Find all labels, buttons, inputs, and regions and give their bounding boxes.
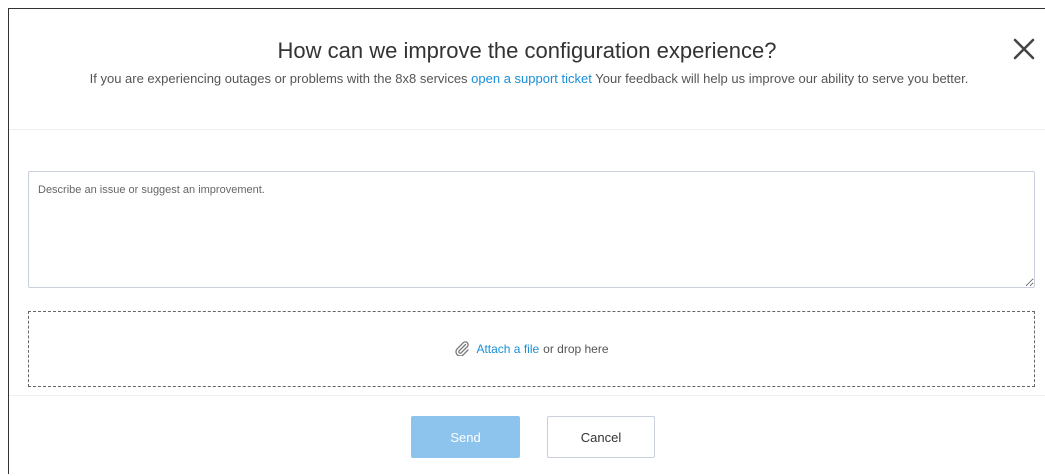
paperclip-icon: [454, 340, 470, 359]
dialog-title: How can we improve the configuration exp…: [277, 38, 777, 63]
dialog-subtitle: If you are experiencing outages or probl…: [29, 69, 1029, 89]
close-icon[interactable]: [1012, 37, 1036, 61]
subtitle-text-after: Your feedback will help us improve our a…: [591, 71, 969, 86]
subtitle-text-before: If you are experiencing outages or probl…: [89, 71, 472, 86]
drop-here-text: or drop here: [543, 342, 609, 356]
feedback-textarea[interactable]: [28, 171, 1035, 288]
attach-file-link[interactable]: Attach a file: [476, 342, 539, 356]
feedback-field-wrapper: [28, 171, 1035, 288]
dialog-footer: Send Cancel: [9, 395, 1045, 476]
send-button[interactable]: Send: [411, 416, 520, 458]
file-dropzone[interactable]: Attach a file or drop here: [28, 311, 1035, 387]
cancel-button[interactable]: Cancel: [547, 416, 655, 458]
dialog-header: How can we improve the configuration exp…: [9, 9, 1045, 130]
feedback-dialog: How can we improve the configuration exp…: [8, 8, 1045, 474]
support-ticket-link[interactable]: open a support ticket: [471, 71, 592, 86]
